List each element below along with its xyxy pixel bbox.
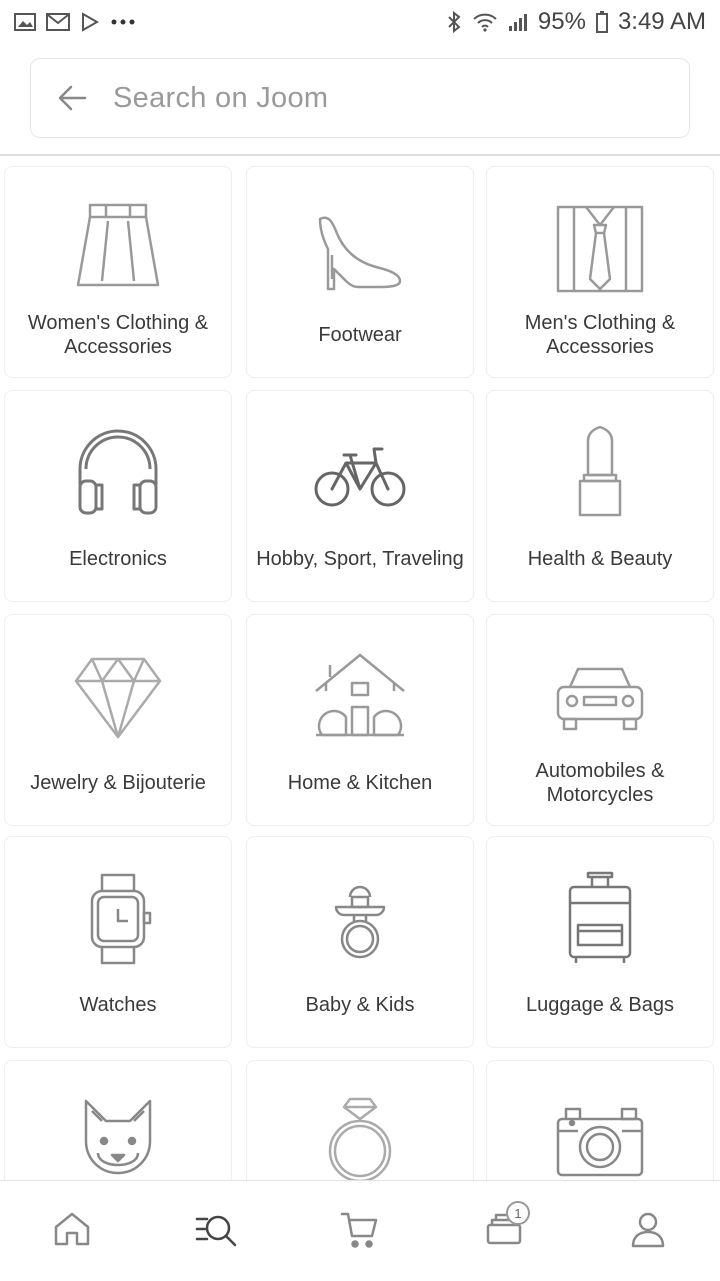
more-notifications-icon xyxy=(110,18,136,26)
battery-icon xyxy=(595,11,608,33)
bicycle-icon xyxy=(310,423,410,523)
camera-icon xyxy=(550,1093,650,1180)
wifi-icon xyxy=(472,12,498,32)
mail-notification-icon xyxy=(46,12,70,32)
nav-profile[interactable] xyxy=(608,1191,688,1271)
nav-cart[interactable] xyxy=(320,1191,400,1271)
category-tile-baby-kids[interactable]: Baby & Kids xyxy=(246,836,474,1048)
battery-percent: 95% xyxy=(537,8,586,35)
bottom-navigation: 1 xyxy=(0,1180,720,1281)
pacifier-icon xyxy=(310,869,410,969)
ring-icon xyxy=(310,1093,410,1180)
category-tile-rings[interactable] xyxy=(246,1060,474,1180)
shirt-tie-icon xyxy=(550,199,650,299)
status-system: 95% 3:49 AM xyxy=(446,8,706,36)
category-tile-jewelry[interactable]: Jewelry & Bijouterie xyxy=(4,614,232,826)
category-tile-cameras[interactable] xyxy=(486,1060,714,1180)
play-notification-icon xyxy=(80,12,100,32)
category-label: Men's Clothing & Accessories xyxy=(524,312,676,358)
category-grid: Women's Clothing & Accessories Footwear … xyxy=(0,166,720,1180)
back-arrow-icon[interactable] xyxy=(53,78,93,118)
category-tile-hobby-sport[interactable]: Hobby, Sport, Traveling xyxy=(246,390,474,602)
category-tile-health-beauty[interactable]: Health & Beauty xyxy=(486,390,714,602)
category-label: Jewelry & Bijouterie xyxy=(30,772,206,794)
status-notifications xyxy=(14,12,136,32)
house-icon xyxy=(310,647,410,747)
skirt-icon xyxy=(68,199,168,299)
profile-icon xyxy=(628,1209,668,1254)
category-tile-footwear[interactable]: Footwear xyxy=(246,166,474,378)
gallery-notification-icon xyxy=(14,12,36,32)
search-input[interactable]: Search on Joom xyxy=(113,82,328,115)
nav-home[interactable] xyxy=(32,1191,112,1271)
cart-icon xyxy=(339,1209,381,1254)
nav-catalog[interactable] xyxy=(176,1191,256,1271)
category-tile-electronics[interactable]: Electronics xyxy=(4,390,232,602)
search-bar[interactable]: Search on Joom xyxy=(30,58,690,138)
category-label: Electronics xyxy=(69,548,167,570)
status-bar: 95% 3:49 AM xyxy=(0,0,720,44)
category-tile-automobiles[interactable]: Automobiles & Motorcycles xyxy=(486,614,714,826)
nav-orders[interactable]: 1 xyxy=(464,1191,544,1271)
home-icon xyxy=(52,1209,92,1254)
suitcase-icon xyxy=(550,869,650,969)
category-label: Health & Beauty xyxy=(527,548,673,570)
category-tile-watches[interactable]: Watches xyxy=(4,836,232,1048)
category-label: Women's Clothing & Accessories xyxy=(27,312,209,358)
car-icon xyxy=(550,647,650,747)
category-tile-mens-clothing[interactable]: Men's Clothing & Accessories xyxy=(486,166,714,378)
category-label: Hobby, Sport, Traveling xyxy=(256,548,464,570)
category-label: Watches xyxy=(79,994,157,1016)
category-tile-home-kitchen[interactable]: Home & Kitchen xyxy=(246,614,474,826)
category-tile-luggage[interactable]: Luggage & Bags xyxy=(486,836,714,1048)
wristwatch-icon xyxy=(68,869,168,969)
clock: 3:49 AM xyxy=(617,8,706,35)
header-divider xyxy=(0,154,720,156)
category-label: Luggage & Bags xyxy=(526,994,674,1016)
headphones-icon xyxy=(68,423,168,523)
dog-icon xyxy=(68,1093,168,1180)
category-label: Baby & Kids xyxy=(305,994,415,1016)
category-label: Footwear xyxy=(318,324,402,346)
search-catalog-icon xyxy=(194,1209,238,1254)
category-tile-pets[interactable] xyxy=(4,1060,232,1180)
category-label: Home & Kitchen xyxy=(287,772,433,794)
lipstick-icon xyxy=(550,423,650,523)
category-tile-womens-clothing[interactable]: Women's Clothing & Accessories xyxy=(4,166,232,378)
orders-badge: 1 xyxy=(506,1201,530,1225)
bluetooth-icon xyxy=(446,11,462,33)
high-heel-icon xyxy=(310,199,410,299)
category-label: Automobiles & Motorcycles xyxy=(535,760,665,806)
signal-icon xyxy=(508,12,528,32)
diamond-icon xyxy=(68,647,168,747)
